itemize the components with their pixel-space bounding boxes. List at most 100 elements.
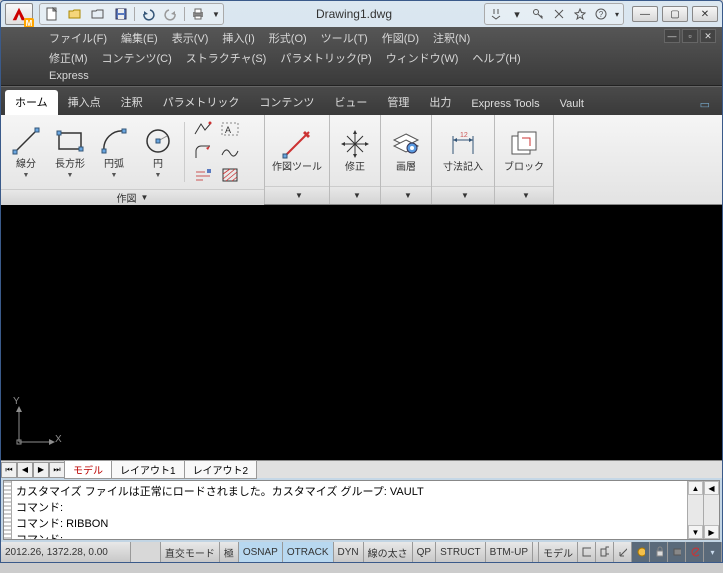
menu-tools[interactable]: ツール(T) [321,30,368,46]
help-icon[interactable]: ? [591,5,611,23]
tab-parametric[interactable]: パラメトリック [153,90,250,115]
menu-modify[interactable]: 修正(M) [49,50,88,66]
status-quickview-drawings-icon[interactable] [596,542,614,562]
status-tray-workspace-icon[interactable] [632,542,650,562]
scroll-left-icon[interactable]: ◀ [704,481,719,495]
exchange-icon[interactable] [549,5,569,23]
scroll-up-icon[interactable]: ▲ [688,481,703,495]
qat-undo-icon[interactable] [137,5,159,23]
menu-edit[interactable]: 編集(E) [121,30,158,46]
tool-line[interactable]: 線分▼ [5,123,47,181]
qat-save-icon[interactable] [110,5,132,23]
menu-draw[interactable]: 作図(D) [382,30,419,46]
qat-new-icon[interactable] [41,5,63,23]
tab-manage[interactable]: 管理 [377,90,419,115]
layout-tab-model[interactable]: モデル [64,460,112,479]
panel-drawtools-title[interactable]: ▼ [265,186,329,204]
mdi-minimize-button[interactable]: — [664,29,680,43]
tool-layers[interactable]: 画層 [385,126,427,175]
qat-open-dwg-icon[interactable] [87,5,109,23]
tab-home[interactable]: ホーム [5,90,58,115]
tab-insert[interactable]: 挿入点 [58,90,111,115]
tool-circle[interactable]: 円▼ [137,123,179,181]
status-osnap[interactable]: OSNAP [239,542,283,562]
drawing-area[interactable]: Y X [1,205,722,460]
tab-vault[interactable]: Vault [550,94,594,115]
scroll-right-icon[interactable]: ▶ [704,525,719,539]
maximize-button[interactable]: ▢ [662,6,688,22]
status-struct[interactable]: STRUCT [436,542,486,562]
status-coords[interactable]: 2012.26, 1372.28, 0.00 [1,542,131,562]
key-icon[interactable] [528,5,548,23]
tool-rectangle[interactable]: 長方形▼ [49,123,91,181]
tab-content[interactable]: コンテンツ [249,90,324,115]
panel-modify-title[interactable]: ▼ [330,186,380,204]
tab-output[interactable]: 出力 [419,90,461,115]
tool-drawtools[interactable]: 作図ツール [269,126,325,175]
tool-ellipse-icon[interactable] [190,164,216,186]
status-polar[interactable]: 極 [220,542,239,562]
status-tray-isolate-icon[interactable] [686,542,704,562]
tool-hatch-icon[interactable] [217,164,243,186]
app-menu-button[interactable]: M [5,3,33,25]
layout-nav-next[interactable]: ▶ [33,462,49,478]
status-ortho[interactable]: 直交モード [161,542,220,562]
tab-annotate[interactable]: 注釈 [111,90,153,115]
status-model-button[interactable]: モデル [539,542,578,562]
tool-fillet-icon[interactable] [190,141,216,163]
qat-print-icon[interactable] [187,5,209,23]
close-button[interactable]: ✕ [692,6,718,22]
status-tray-cleanscreen-icon[interactable]: ▾ [704,542,722,562]
panel-block-title[interactable]: ▼ [495,186,553,204]
tab-express-tools[interactable]: Express Tools [461,94,549,115]
layout-tab-layout1[interactable]: レイアウト1 [111,460,185,479]
status-btmup[interactable]: BTM-UP [486,542,533,562]
status-otrack[interactable]: OTRACK [283,542,334,562]
menu-window[interactable]: ウィンドウ(W) [386,50,459,66]
menu-dimension[interactable]: 注釈(N) [433,30,470,46]
menu-help[interactable]: ヘルプ(H) [472,50,520,66]
help-dropdown-icon[interactable]: ▾ [612,5,622,23]
menu-format[interactable]: 形式(O) [269,30,307,46]
command-grip[interactable] [4,481,12,539]
command-scrollbar[interactable]: ▲ ▼ [687,481,703,539]
status-tray-hardware-icon[interactable] [668,542,686,562]
command-scrollbar-h[interactable]: ◀ ▶ [703,481,719,539]
tab-view[interactable]: ビュー [324,90,377,115]
menu-content[interactable]: コンテンツ(C) [102,50,172,66]
status-lweight[interactable]: 線の太さ [364,542,413,562]
panel-dimension-title[interactable]: ▼ [432,186,494,204]
panel-layers-title[interactable]: ▼ [381,186,431,204]
qat-redo-icon[interactable] [160,5,182,23]
layout-nav-first[interactable]: ⏮ [1,462,17,478]
tool-mtext-icon[interactable]: A [217,118,243,140]
status-annoscale-icon[interactable] [614,542,632,562]
ribbon-panel-toggle-icon[interactable]: ▭ [692,94,718,115]
status-tray-lock-icon[interactable] [650,542,668,562]
menu-express[interactable]: Express [49,70,89,82]
menu-file[interactable]: ファイル(F) [49,30,107,46]
mdi-close-button[interactable]: ✕ [700,29,716,43]
tool-spline-icon[interactable] [217,141,243,163]
tool-arc[interactable]: 円弧▼ [93,123,135,181]
menu-structure[interactable]: ストラクチャ(S) [186,50,267,66]
menu-view[interactable]: 表示(V) [172,30,209,46]
menu-parametric[interactable]: パラメトリック(P) [280,50,371,66]
command-text[interactable]: カスタマイズ ファイルは正常にロードされました。カスタマイズ グループ: VAU… [12,481,687,539]
tool-dimension[interactable]: 12 寸法記入 [436,126,490,175]
qat-dropdown-icon[interactable]: ▼ [210,5,222,23]
status-quickview-layouts-icon[interactable] [578,542,596,562]
tool-polyline-icon[interactable] [190,118,216,140]
layout-nav-prev[interactable]: ◀ [17,462,33,478]
favorite-icon[interactable] [570,5,590,23]
layout-nav-last[interactable]: ⏭ [49,462,65,478]
qat-open-icon[interactable] [64,5,86,23]
panel-draw-title[interactable]: 作図▼ [1,189,264,205]
status-dyn[interactable]: DYN [334,542,364,562]
mdi-restore-button[interactable]: ▫ [682,29,698,43]
tool-modify[interactable]: 修正 [334,126,376,175]
minimize-button[interactable]: — [632,6,658,22]
layout-tab-layout2[interactable]: レイアウト2 [184,460,258,479]
scroll-down-icon[interactable]: ▼ [688,525,703,539]
menu-insert[interactable]: 挿入(I) [222,30,254,46]
